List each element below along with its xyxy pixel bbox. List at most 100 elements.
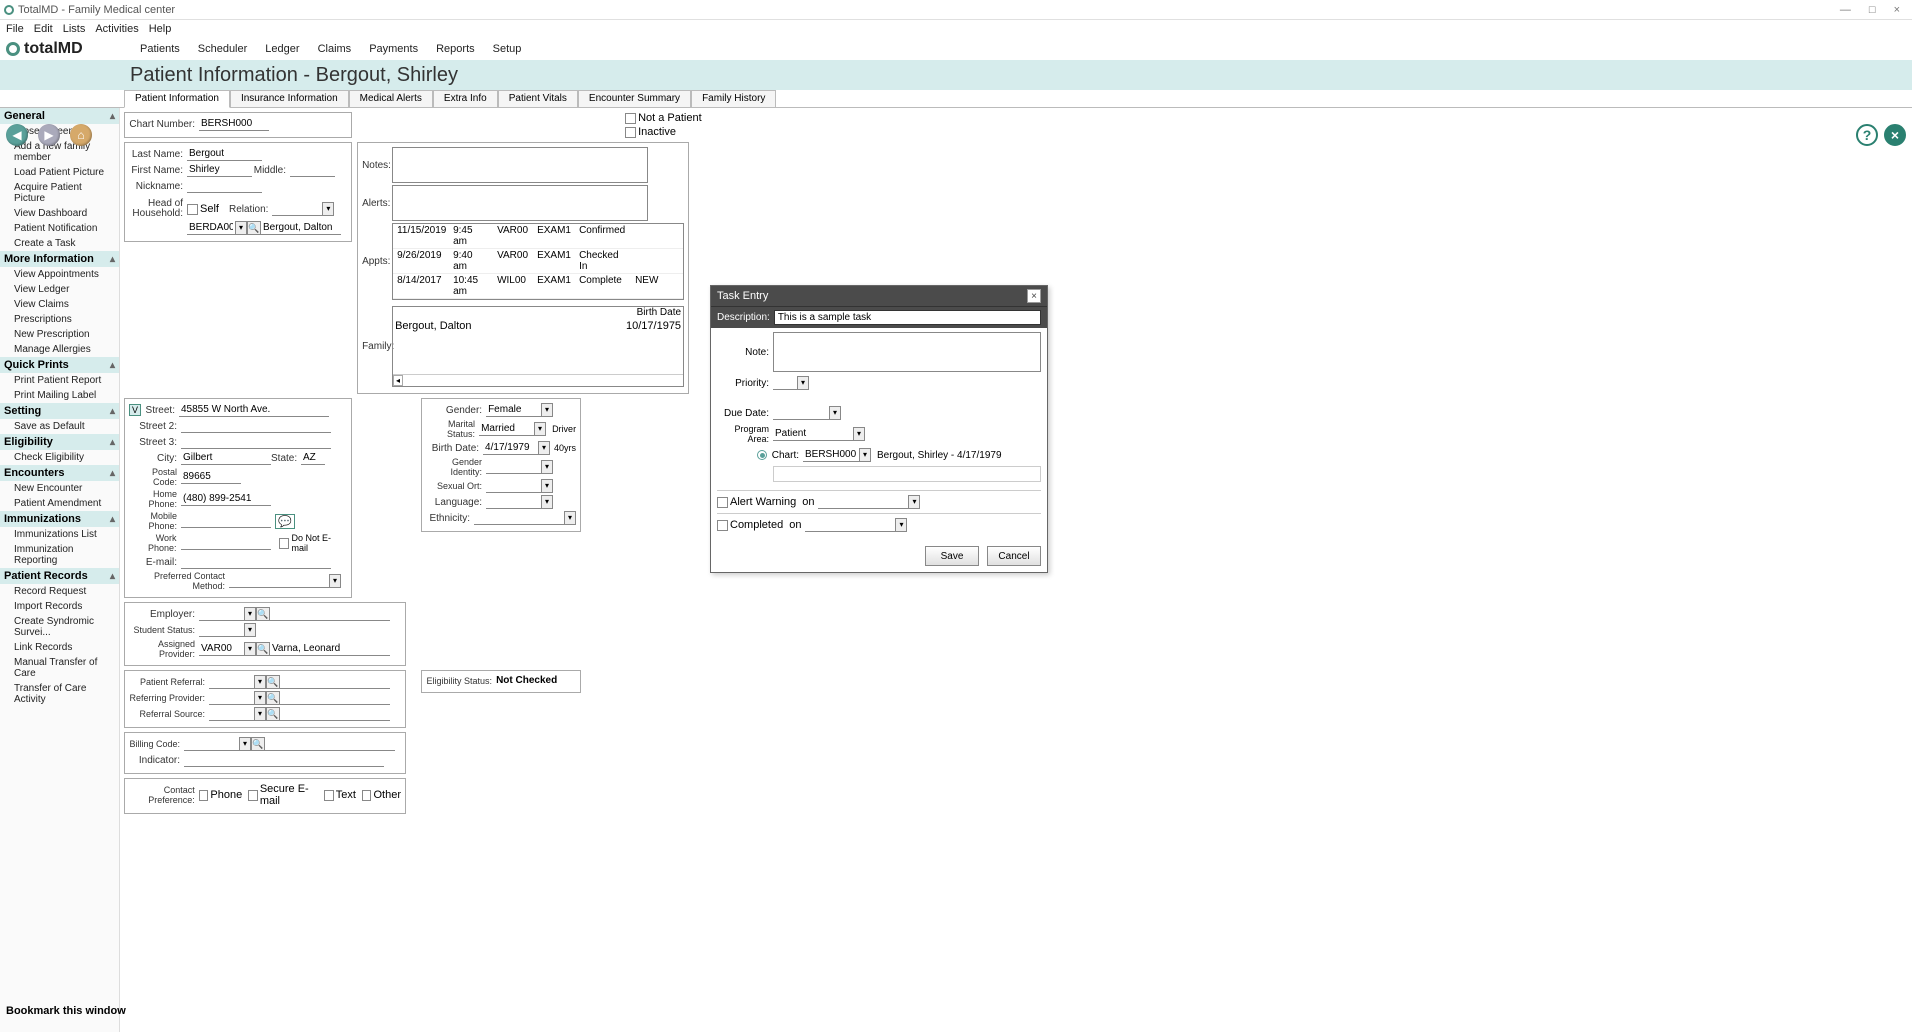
sexual-ort-select[interactable]	[486, 479, 541, 493]
language-dropdown-icon[interactable]: ▾	[541, 495, 553, 509]
family-scroll-left-icon[interactable]: ◂	[393, 375, 403, 386]
employer-name-input[interactable]	[270, 607, 390, 621]
alert-warning-checkbox[interactable]	[717, 497, 728, 508]
sidebar-item-view-dashboard[interactable]: View Dashboard	[0, 206, 119, 221]
nav-scheduler[interactable]: Scheduler	[198, 43, 248, 55]
tab-patient-vitals[interactable]: Patient Vitals	[498, 90, 578, 107]
sidebar-item-transfer-of-care-activity[interactable]: Transfer of Care Activity	[0, 681, 119, 707]
nav-reports[interactable]: Reports	[436, 43, 475, 55]
sidebar-item-new-encounter[interactable]: New Encounter	[0, 481, 119, 496]
sidebar-item-patient-amendment[interactable]: Patient Amendment	[0, 496, 119, 511]
street3-input[interactable]	[181, 435, 331, 449]
head-chart-input[interactable]	[187, 221, 235, 235]
home-button[interactable]: ⌂	[70, 124, 92, 146]
tab-extra-info[interactable]: Extra Info	[433, 90, 498, 107]
sidebar-header-setting[interactable]: Setting	[0, 403, 119, 419]
ethnicity-dropdown-icon[interactable]: ▾	[564, 511, 576, 525]
sidebar-item-prescriptions[interactable]: Prescriptions	[0, 312, 119, 327]
nav-claims[interactable]: Claims	[318, 43, 352, 55]
gender-select[interactable]	[486, 403, 541, 417]
employer-search-icon[interactable]: 🔍	[256, 607, 270, 621]
sidebar-item-record-request[interactable]: Record Request	[0, 584, 119, 599]
home-phone-input[interactable]	[181, 492, 271, 506]
pref-contact-dropdown-icon[interactable]: ▾	[329, 574, 341, 588]
self-checkbox[interactable]	[187, 204, 198, 215]
assigned-provider-select[interactable]	[199, 642, 244, 656]
assigned-provider-search-icon[interactable]: 🔍	[256, 642, 270, 656]
head-name-input[interactable]	[261, 221, 341, 235]
student-status-select[interactable]	[199, 623, 244, 637]
sexual-ort-dropdown-icon[interactable]: ▾	[541, 479, 553, 493]
sidebar-item-new-prescription[interactable]: New Prescription	[0, 327, 119, 342]
billing-code-search-icon[interactable]: 🔍	[251, 737, 265, 751]
sidebar-item-immunizations-list[interactable]: Immunizations List	[0, 527, 119, 542]
sidebar-item-load-patient-picture[interactable]: Load Patient Picture	[0, 165, 119, 180]
completed-checkbox[interactable]	[717, 520, 728, 531]
sidebar-item-print-patient-report[interactable]: Print Patient Report	[0, 373, 119, 388]
menu-edit[interactable]: Edit	[34, 23, 53, 35]
description-input[interactable]	[774, 310, 1041, 325]
contact-text-checkbox[interactable]	[324, 790, 334, 801]
do-not-email-checkbox[interactable]	[279, 538, 290, 549]
city-input[interactable]	[181, 451, 271, 465]
state-input[interactable]	[301, 451, 325, 465]
inactive-checkbox[interactable]	[625, 127, 636, 138]
patient-referral-name-input[interactable]	[280, 675, 390, 689]
birth-date-input[interactable]	[483, 441, 538, 455]
family-member-name[interactable]: Bergout, Dalton	[395, 320, 626, 332]
mobile-text-icon[interactable]: 💬	[275, 514, 295, 529]
notes-textarea[interactable]	[392, 147, 648, 183]
relation-dropdown-icon[interactable]: ▾	[322, 202, 334, 216]
relation-select[interactable]	[272, 202, 322, 216]
head-chart-search-icon[interactable]: 🔍	[247, 221, 261, 235]
priority-select[interactable]	[773, 376, 797, 390]
nav-setup[interactable]: Setup	[493, 43, 522, 55]
mobile-phone-input[interactable]	[181, 514, 271, 528]
sidebar-item-acquire-patient-picture[interactable]: Acquire Patient Picture	[0, 180, 119, 206]
assigned-provider-dropdown-icon[interactable]: ▾	[244, 642, 256, 656]
appointment-row[interactable]: 9/26/20199:40 amVAR00EXAM1Checked In	[393, 249, 683, 274]
referral-source-select[interactable]	[209, 707, 254, 721]
sidebar-item-manual-transfer-of-care[interactable]: Manual Transfer of Care	[0, 655, 119, 681]
postal-input[interactable]	[181, 470, 241, 484]
address-verify-icon[interactable]: V	[129, 404, 141, 416]
not-a-patient-checkbox[interactable]	[625, 113, 636, 124]
first-name-input[interactable]	[187, 163, 252, 177]
indicator-input[interactable]	[184, 753, 384, 767]
marital-select[interactable]	[479, 422, 534, 436]
nav-patients[interactable]: Patients	[140, 43, 180, 55]
program-area-select[interactable]	[773, 427, 853, 441]
save-button[interactable]: Save	[925, 546, 979, 566]
sidebar-item-import-records[interactable]: Import Records	[0, 599, 119, 614]
bookmark-link[interactable]: Bookmark this window	[0, 1002, 132, 1020]
tab-family-history[interactable]: Family History	[691, 90, 776, 107]
street2-input[interactable]	[181, 419, 331, 433]
sidebar-item-print-mailing-label[interactable]: Print Mailing Label	[0, 388, 119, 403]
cancel-button[interactable]: Cancel	[987, 546, 1041, 566]
patient-referral-select[interactable]	[209, 675, 254, 689]
email-input[interactable]	[181, 555, 331, 569]
dialog-close-icon[interactable]: ×	[1027, 289, 1041, 303]
patient-referral-dropdown-icon[interactable]: ▾	[254, 675, 266, 689]
chart-list[interactable]	[773, 466, 1041, 482]
last-name-input[interactable]	[187, 147, 262, 161]
completed-dropdown-icon[interactable]: ▾	[895, 518, 907, 532]
referring-provider-select[interactable]	[209, 691, 254, 705]
billing-code-select[interactable]	[184, 737, 239, 751]
chart-radio[interactable]	[757, 450, 767, 460]
menu-activities[interactable]: Activities	[95, 23, 138, 35]
pref-contact-select[interactable]	[229, 574, 329, 588]
alert-warning-dropdown-icon[interactable]: ▾	[908, 495, 920, 509]
sidebar-item-patient-notification[interactable]: Patient Notification	[0, 221, 119, 236]
menu-lists[interactable]: Lists	[63, 23, 86, 35]
sidebar-item-view-appointments[interactable]: View Appointments	[0, 267, 119, 282]
sidebar-item-link-records[interactable]: Link Records	[0, 640, 119, 655]
sidebar-item-create-syndromic-survei[interactable]: Create Syndromic Survei...	[0, 614, 119, 640]
gender-identity-select[interactable]	[486, 460, 541, 474]
referring-provider-search-icon[interactable]: 🔍	[266, 691, 280, 705]
gender-dropdown-icon[interactable]: ▾	[541, 403, 553, 417]
sidebar-header-general[interactable]: General	[0, 108, 119, 124]
contact-phone-checkbox[interactable]	[199, 790, 209, 801]
sidebar-header-eligibility[interactable]: Eligibility	[0, 434, 119, 450]
contact-other-checkbox[interactable]	[362, 790, 372, 801]
